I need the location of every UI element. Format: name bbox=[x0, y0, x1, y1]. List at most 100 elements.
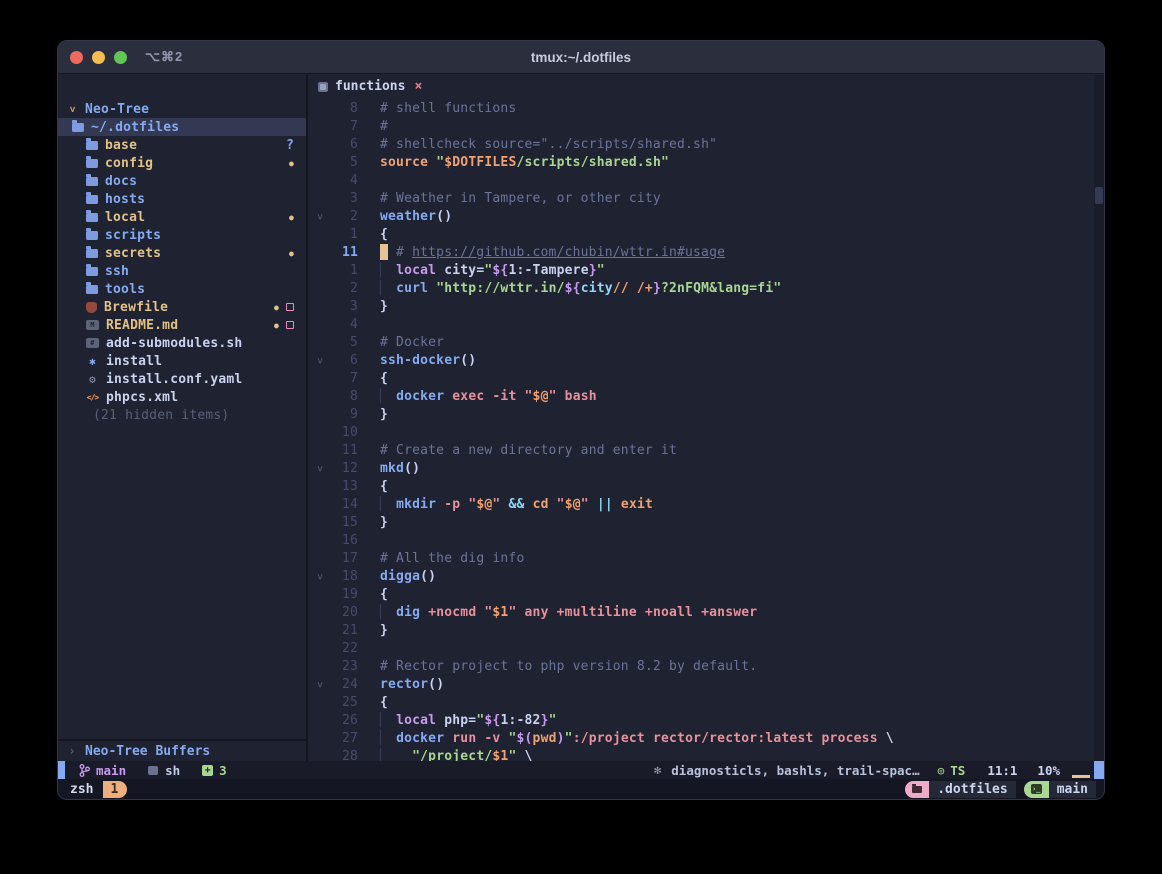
code-line[interactable]: 7{ bbox=[308, 370, 1104, 388]
code-line[interactable]: >12mkd() bbox=[308, 460, 1104, 478]
line-number: 1 bbox=[308, 226, 358, 244]
code-line[interactable]: 5source "$DOTFILES/scripts/shared.sh" bbox=[308, 154, 1104, 172]
tree-item-config[interactable]: config● bbox=[58, 154, 306, 172]
git-status-column: ● bbox=[274, 303, 294, 312]
line-number: 6 bbox=[308, 136, 358, 154]
code-line[interactable]: 28▏ "/project/$1" \ bbox=[308, 748, 1104, 761]
code-line[interactable]: 5# Docker bbox=[308, 334, 1104, 352]
code-line[interactable]: >2weather() bbox=[308, 208, 1104, 226]
git-branch-segment: main bbox=[79, 763, 126, 778]
tree-item--21-hidden-items-[interactable]: (21 hidden items) bbox=[58, 406, 306, 424]
tree-item-brewfile[interactable]: Brewfile● bbox=[58, 298, 306, 316]
tree-item-label: ssh bbox=[105, 264, 129, 279]
code-line[interactable]: 14▏ mkdir -p "$@" && cd "$@" || exit bbox=[308, 496, 1104, 514]
code-line[interactable]: >24rector() bbox=[308, 676, 1104, 694]
scrollbar-track[interactable] bbox=[1094, 75, 1104, 761]
folder-icon bbox=[912, 786, 922, 793]
file-icon bbox=[318, 82, 328, 92]
tree-item-phpcs.xml[interactable]: </>phpcs.xml bbox=[58, 388, 306, 406]
indent-guide: ▏ bbox=[380, 605, 388, 620]
indent-guide: ▏ bbox=[380, 731, 388, 746]
content-area: > Neo-Tree ~/.dotfilesbase?config●docsho… bbox=[58, 75, 1104, 761]
code-line[interactable]: 3# Weather in Tampere, or other city bbox=[308, 190, 1104, 208]
tree-item--.dotfiles[interactable]: ~/.dotfiles bbox=[58, 118, 306, 136]
tree-item-label: secrets bbox=[105, 246, 161, 261]
code-line[interactable]: 6# shellcheck source="../scripts/shared.… bbox=[308, 136, 1104, 154]
titlebar: ⌥⌘2 tmux:~/.dotfiles bbox=[58, 41, 1104, 74]
line-number: 8 bbox=[308, 388, 358, 406]
folder-icon bbox=[86, 249, 98, 258]
yaml-config-icon: ⚙ bbox=[86, 373, 99, 386]
code-line[interactable]: 10 bbox=[308, 424, 1104, 442]
code-line[interactable]: 4 bbox=[308, 172, 1104, 190]
tree-item-label: install.conf.yaml bbox=[106, 372, 242, 387]
line-number: 11 bbox=[308, 244, 358, 262]
fold-chevron-icon[interactable]: > bbox=[310, 682, 328, 688]
tree-item-docs[interactable]: docs bbox=[58, 172, 306, 190]
tree-item-install[interactable]: ✱install bbox=[58, 352, 306, 370]
code-line[interactable]: 15} bbox=[308, 514, 1104, 532]
tree-item-hosts[interactable]: hosts bbox=[58, 190, 306, 208]
code-line[interactable]: 27▏ docker run -v "$(pwd)":/project rect… bbox=[308, 730, 1104, 748]
fold-chevron-icon[interactable]: > bbox=[310, 358, 328, 364]
tree-item-scripts[interactable]: scripts bbox=[58, 226, 306, 244]
neotree-buffers-section[interactable]: › Neo-Tree Buffers bbox=[58, 739, 306, 761]
tree-item-install.conf.yaml[interactable]: ⚙ install.conf.yaml bbox=[58, 370, 306, 388]
code-line[interactable]: 11 # https://github.com/chubin/wttr.in#u… bbox=[308, 244, 1104, 262]
folder-icon bbox=[72, 123, 84, 132]
code-line[interactable]: 1▏ local city="${1:-Tampere}" bbox=[308, 262, 1104, 280]
tree-item-local[interactable]: local● bbox=[58, 208, 306, 226]
code-line[interactable]: 21} bbox=[308, 622, 1104, 640]
line-number: 10 bbox=[308, 424, 358, 442]
code-line[interactable]: 17# All the dig info bbox=[308, 550, 1104, 568]
code-line[interactable]: 20▏ dig +nocmd "$1" any +multiline +noal… bbox=[308, 604, 1104, 622]
scroll-progress: 10% bbox=[1037, 763, 1060, 778]
code-line[interactable]: 25{ bbox=[308, 694, 1104, 712]
code-line[interactable]: >6ssh-docker() bbox=[308, 352, 1104, 370]
tree-item-base[interactable]: base? bbox=[58, 136, 306, 154]
fold-chevron-icon[interactable]: > bbox=[310, 574, 328, 580]
tree-item-label: install bbox=[106, 354, 162, 369]
folder-icon bbox=[86, 195, 98, 204]
code-line[interactable]: 9} bbox=[308, 406, 1104, 424]
fold-chevron-icon[interactable]: > bbox=[310, 214, 328, 220]
lsp-icon: ✻ bbox=[654, 763, 661, 777]
indent-guide: ▏ bbox=[380, 389, 388, 404]
code-line[interactable]: 19{ bbox=[308, 586, 1104, 604]
code-line[interactable]: >18digga() bbox=[308, 568, 1104, 586]
code-line[interactable]: 11# Create a new directory and enter it bbox=[308, 442, 1104, 460]
tab-functions[interactable]: functions × bbox=[318, 79, 422, 94]
line-number: 25 bbox=[308, 694, 358, 712]
tree-item-add-submodules.sh[interactable]: #add-submodules.sh bbox=[58, 334, 306, 352]
code-line[interactable]: 8# shell functions bbox=[308, 100, 1104, 118]
folder-icon bbox=[86, 285, 98, 294]
terminal-icon: ›_ bbox=[1031, 784, 1042, 794]
code-line[interactable]: 23# Rector project to php version 8.2 by… bbox=[308, 658, 1104, 676]
tab-close-icon[interactable]: × bbox=[414, 79, 422, 94]
code-line[interactable]: 16 bbox=[308, 532, 1104, 550]
fold-chevron-icon[interactable]: > bbox=[310, 466, 328, 472]
tab-label: functions bbox=[335, 79, 405, 94]
neotree-header: > Neo-Tree bbox=[58, 100, 306, 118]
tree-item-tools[interactable]: tools bbox=[58, 280, 306, 298]
tree-item-readme.md[interactable]: MREADME.md● bbox=[58, 316, 306, 334]
tree-item-secrets[interactable]: secrets● bbox=[58, 244, 306, 262]
tmux-window-index-badge[interactable]: 1 bbox=[103, 781, 127, 798]
line-number: 19 bbox=[308, 586, 358, 604]
line-number: 23 bbox=[308, 658, 358, 676]
scrollbar-thumb[interactable] bbox=[1095, 187, 1103, 204]
code-area[interactable]: 8# shell functions7#6# shellcheck source… bbox=[308, 98, 1104, 761]
code-line[interactable]: 4 bbox=[308, 316, 1104, 334]
code-line[interactable]: 8▏ docker exec -it "$@" bash bbox=[308, 388, 1104, 406]
code-line[interactable]: 2▏ curl "http://wttr.in/${city// /+}?2nF… bbox=[308, 280, 1104, 298]
code-line[interactable]: 7# bbox=[308, 118, 1104, 136]
git-diff-segment: + 3 bbox=[202, 763, 227, 778]
line-number: 27 bbox=[308, 730, 358, 748]
tree-item-ssh[interactable]: ssh bbox=[58, 262, 306, 280]
code-line[interactable]: 13{ bbox=[308, 478, 1104, 496]
code-line[interactable]: 1{ bbox=[308, 226, 1104, 244]
git-status-column: ● bbox=[289, 159, 294, 168]
code-line[interactable]: 26▏ local php="${1:-82}" bbox=[308, 712, 1104, 730]
code-line[interactable]: 3} bbox=[308, 298, 1104, 316]
code-line[interactable]: 22 bbox=[308, 640, 1104, 658]
